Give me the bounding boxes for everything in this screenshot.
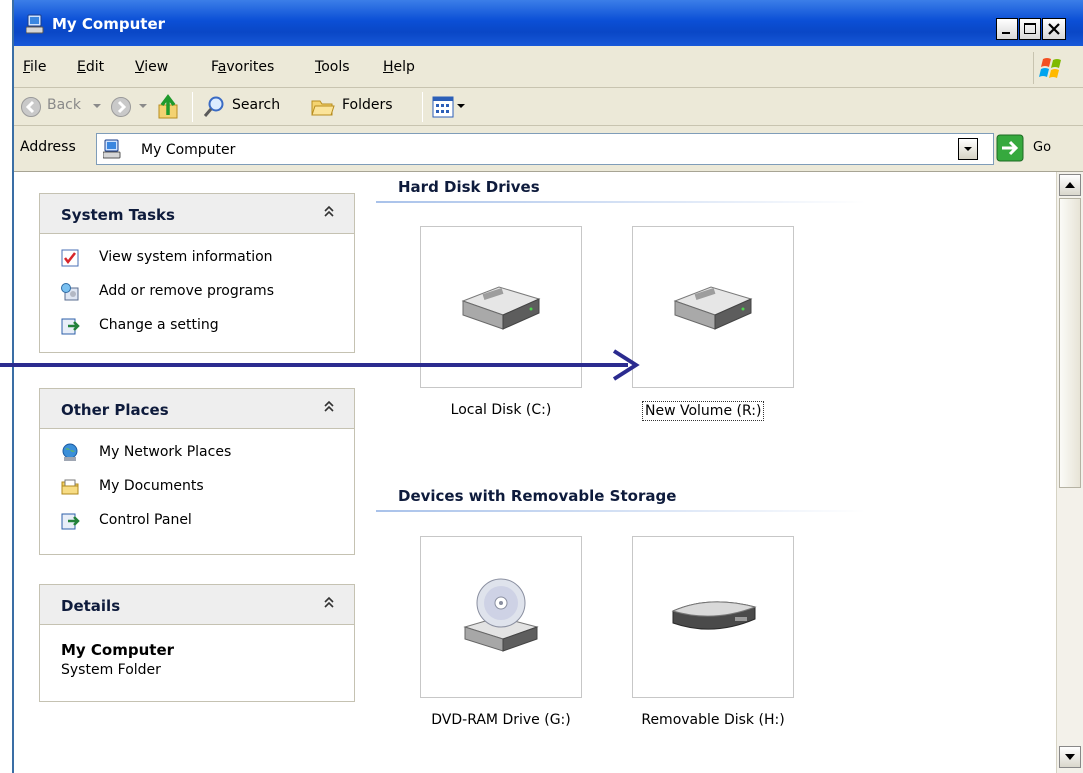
panel-title: Details: [61, 597, 121, 615]
drive-label: Removable Disk (H:): [641, 712, 785, 728]
details-panel: Details My Computer System Folder: [39, 584, 355, 702]
hard-drive-icon: [673, 286, 753, 330]
views-dropdown-icon[interactable]: [456, 103, 466, 111]
place-my-network-places[interactable]: My Network Places: [40, 437, 354, 471]
vertical-scrollbar[interactable]: [1056, 172, 1083, 773]
menu-bar: File Edit View Favorites Tools Help: [14, 46, 1083, 88]
group-hard-disk-drives: Hard Disk Drives: [398, 178, 540, 196]
details-type: System Folder: [61, 662, 161, 678]
arrow-up-icon: [1065, 182, 1075, 188]
my-computer-icon: [26, 14, 44, 34]
other-places-panel: Other Places My Network Places My Docume…: [39, 388, 355, 555]
window-title: My Computer: [52, 15, 166, 33]
chevron-down-icon: [964, 147, 972, 151]
forward-icon[interactable]: [110, 96, 132, 118]
minimize-button[interactable]: [996, 18, 1018, 40]
control-panel-icon: [61, 318, 80, 335]
network-places-icon: [62, 443, 78, 461]
system-tasks-panel: System Tasks View system information Add…: [39, 193, 355, 353]
scrollbar-thumb[interactable]: [1059, 198, 1081, 488]
views-icon[interactable]: [432, 96, 454, 118]
system-tasks-header[interactable]: System Tasks: [40, 194, 354, 234]
drive-tile-new-volume-r[interactable]: [632, 226, 794, 388]
drive-tile-dvd-ram-g[interactable]: [420, 536, 582, 698]
address-dropdown-button[interactable]: [958, 138, 978, 160]
panel-title: System Tasks: [61, 206, 175, 224]
maximize-icon: [1024, 23, 1036, 34]
my-documents-icon: [61, 479, 79, 495]
folders-button[interactable]: Folders: [342, 97, 393, 113]
group-divider: [376, 510, 866, 512]
task-pane: System Tasks View system information Add…: [14, 172, 374, 773]
close-icon: [1048, 23, 1060, 35]
system-info-icon: [61, 249, 79, 267]
menu-edit[interactable]: Edit: [77, 59, 104, 75]
search-button[interactable]: Search: [232, 97, 280, 113]
add-remove-programs-icon: [61, 283, 79, 301]
menu-file[interactable]: File: [23, 59, 46, 75]
back-button[interactable]: Back: [47, 97, 81, 113]
minimize-icon: [1002, 32, 1010, 34]
scroll-up-button[interactable]: [1059, 174, 1081, 196]
go-arrow-icon[interactable]: [996, 134, 1024, 162]
menu-help[interactable]: Help: [383, 59, 415, 75]
standard-toolbar: Back Search Folders: [14, 88, 1083, 126]
dvd-drive-icon: [463, 578, 539, 652]
drive-tile-local-disk-c[interactable]: [420, 226, 582, 388]
scroll-down-button[interactable]: [1059, 746, 1081, 768]
task-add-remove-programs[interactable]: Add or remove programs: [40, 276, 354, 310]
toolbar-separator: [422, 92, 423, 122]
details-name: My Computer: [61, 641, 175, 659]
menu-favorites[interactable]: Favorites: [211, 59, 274, 75]
removable-disk-icon: [671, 601, 757, 630]
group-removable-storage: Devices with Removable Storage: [398, 487, 677, 505]
windows-logo: [1033, 52, 1069, 84]
up-folder-icon[interactable]: [156, 93, 182, 121]
menu-view[interactable]: View: [135, 59, 168, 75]
collapse-icon[interactable]: [322, 400, 336, 414]
explorer-window: My Computer File Edit View Favorites Too…: [12, 0, 1083, 773]
address-value: My Computer: [141, 142, 236, 158]
panel-title: Other Places: [61, 401, 169, 419]
close-button[interactable]: [1042, 18, 1066, 40]
back-dropdown-icon[interactable]: [92, 103, 102, 111]
menu-tools[interactable]: Tools: [315, 59, 350, 75]
my-computer-icon: [103, 139, 121, 159]
task-view-system-information[interactable]: View system information: [40, 242, 354, 276]
place-my-documents[interactable]: My Documents: [40, 471, 354, 505]
content-area: System Tasks View system information Add…: [14, 172, 1056, 773]
control-panel-icon: [61, 513, 80, 530]
title-bar[interactable]: My Computer: [14, 0, 1083, 46]
search-icon[interactable]: [202, 95, 226, 119]
address-bar: Address My Computer Go: [14, 126, 1083, 172]
desktop-edge: [0, 0, 12, 773]
address-input[interactable]: My Computer: [96, 133, 994, 165]
task-change-setting[interactable]: Change a setting: [40, 310, 354, 344]
details-header[interactable]: Details: [40, 585, 354, 625]
hard-drive-icon: [461, 286, 541, 330]
address-label: Address: [20, 139, 76, 155]
toolbar-separator: [192, 92, 193, 122]
drive-label: Local Disk (C:): [450, 402, 552, 418]
drive-tile-removable-disk-h[interactable]: [632, 536, 794, 698]
back-icon[interactable]: [20, 96, 42, 118]
forward-dropdown-icon[interactable]: [138, 103, 148, 111]
folders-icon[interactable]: [310, 96, 336, 118]
collapse-icon[interactable]: [322, 205, 336, 219]
group-divider: [376, 201, 866, 203]
maximize-button[interactable]: [1019, 18, 1041, 40]
other-places-header[interactable]: Other Places: [40, 389, 354, 429]
drive-label-focused: New Volume (R:): [642, 401, 765, 421]
drive-label: DVD-RAM Drive (G:): [431, 712, 571, 728]
windows-flag-icon: [1039, 58, 1061, 78]
place-control-panel[interactable]: Control Panel: [40, 505, 354, 539]
arrow-down-icon: [1065, 754, 1075, 760]
go-button[interactable]: Go: [1033, 140, 1051, 155]
collapse-icon[interactable]: [322, 596, 336, 610]
